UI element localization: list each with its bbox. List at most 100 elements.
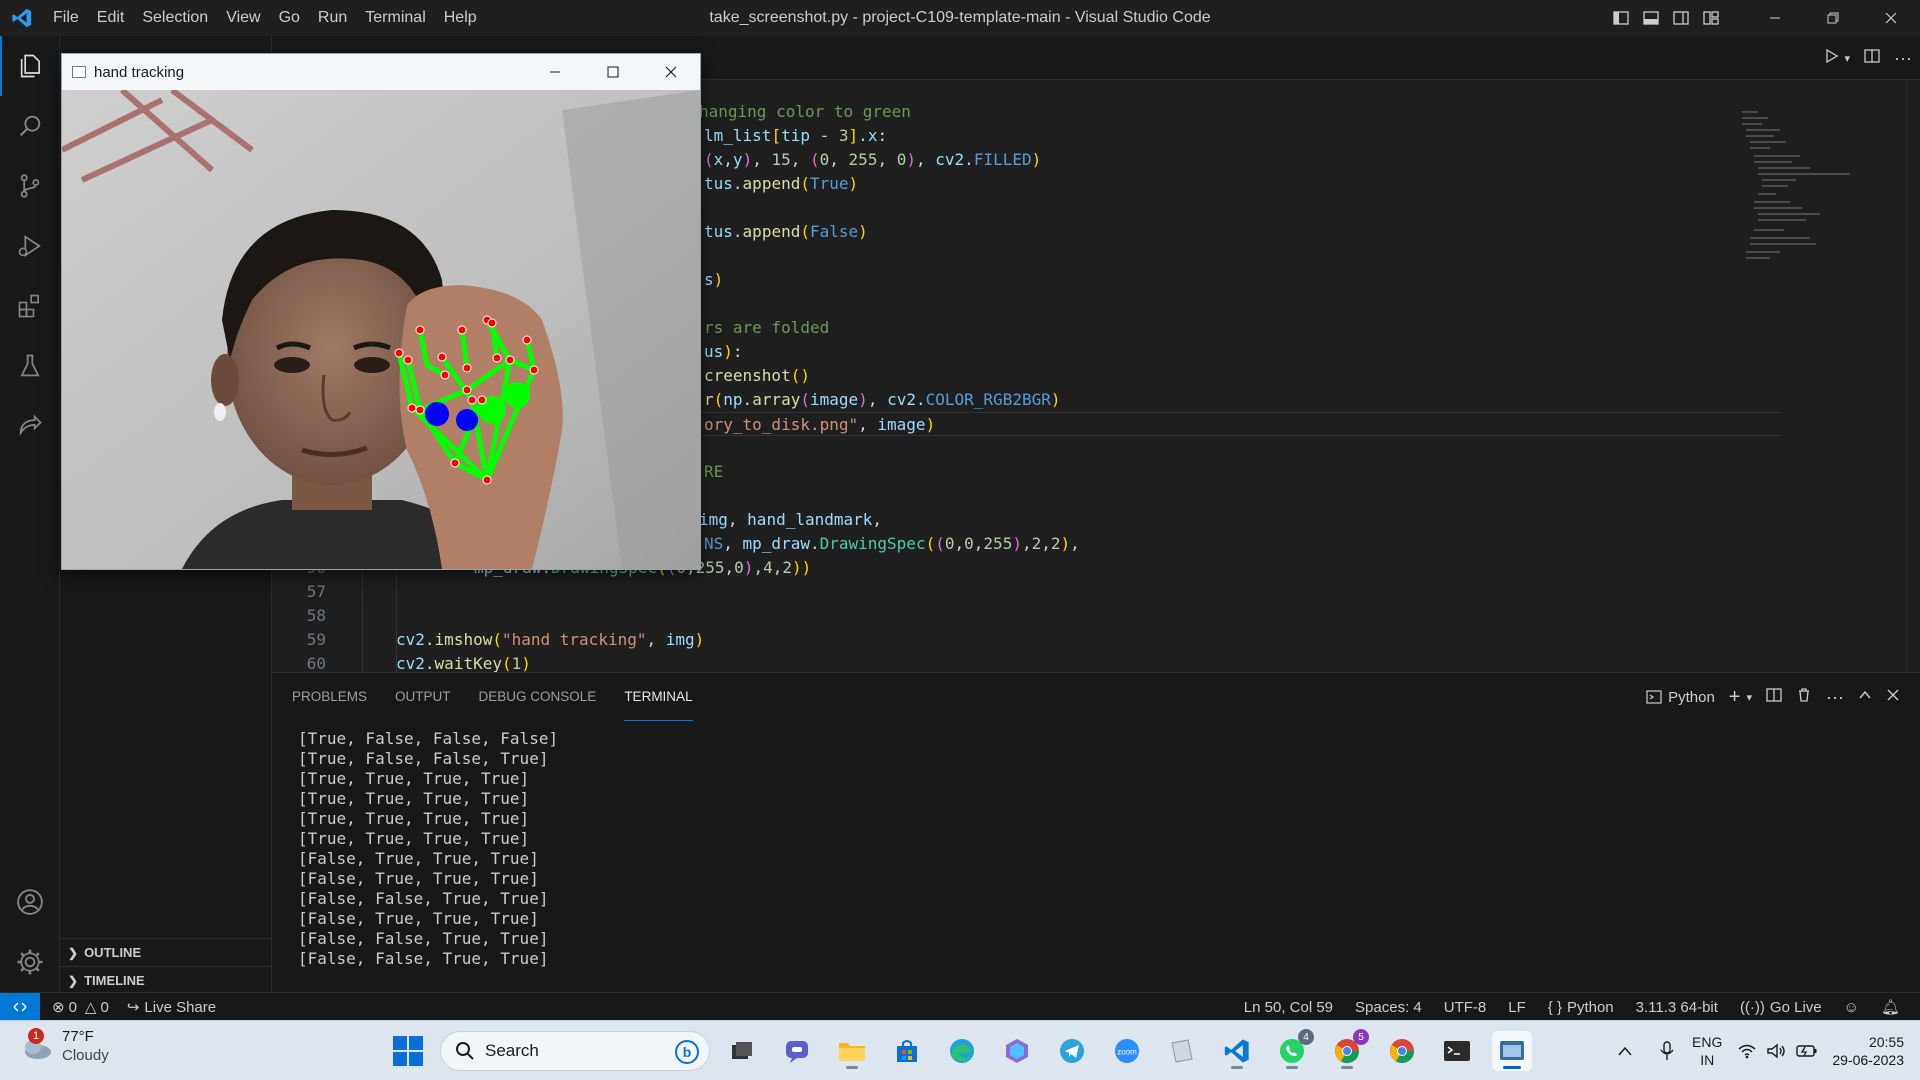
language-indicator[interactable]: ENG IN	[1682, 1033, 1732, 1069]
status-bar: ⊗ 0 △ 0 ↪ Live Share Ln 50, Col 59 Spaces:…	[0, 992, 1920, 1021]
trash-icon[interactable]	[1796, 687, 1812, 707]
tab-debug-console[interactable]: DEBUG CONSOLE	[479, 673, 597, 721]
terminal-app-icon[interactable]	[1437, 1031, 1477, 1071]
testing-icon[interactable]	[0, 336, 60, 396]
code-line[interactable]: 58	[272, 604, 1782, 628]
menu-terminal[interactable]: Terminal	[356, 0, 434, 36]
file-explorer-icon[interactable]	[832, 1031, 872, 1071]
edge-browser-icon[interactable]	[942, 1031, 982, 1071]
chrome-profile-icon[interactable]: 5	[1327, 1029, 1369, 1071]
taskbar-search[interactable]: Search b	[440, 1031, 710, 1071]
copilot-icon[interactable]	[997, 1031, 1037, 1071]
language-mode[interactable]: { } Python	[1548, 999, 1614, 1016]
accounts-icon[interactable]	[0, 872, 60, 932]
chrome-icon[interactable]	[1382, 1031, 1422, 1071]
volume-icon[interactable]	[1762, 1031, 1792, 1071]
maximize-panel-icon[interactable]	[1858, 688, 1872, 706]
chrome-badge: 5	[1353, 1029, 1369, 1045]
zoom-icon[interactable]: zoom	[1107, 1031, 1147, 1071]
code-line[interactable]: 59 cv2.imshow("hand tracking", img)	[272, 628, 1782, 652]
tab-problems[interactable]: PROBLEMS	[292, 673, 367, 721]
indentation[interactable]: Spaces: 4	[1355, 999, 1422, 1016]
microsoft-store-icon[interactable]	[887, 1031, 927, 1071]
microphone-icon[interactable]	[1652, 1031, 1682, 1071]
terminal-profile[interactable]: Python	[1646, 689, 1715, 706]
hand-tracking-window[interactable]: hand tracking	[61, 53, 701, 570]
code-token: (	[925, 534, 936, 553]
new-terminal-icon[interactable]: +	[1729, 686, 1741, 709]
python-app-icon[interactable]	[1492, 1031, 1532, 1071]
restore-button[interactable]	[1804, 0, 1862, 36]
live-share-status[interactable]: ↪ Live Share	[126, 998, 216, 1017]
whatsapp-icon[interactable]: 4	[1272, 1029, 1314, 1071]
menu-file[interactable]: File	[44, 0, 88, 36]
notifications-bell-icon[interactable]: 🔔︎	[1881, 998, 1900, 1016]
timeline-section[interactable]: ❯ TIMELINE	[60, 966, 272, 994]
minimize-button[interactable]	[1746, 0, 1804, 36]
extensions-icon[interactable]	[0, 276, 60, 336]
toggle-secondary-sidebar-icon[interactable]	[1666, 0, 1696, 36]
tab-terminal[interactable]: TERMINAL	[624, 673, 693, 721]
system-clock[interactable]: 20:55 29-06-2023	[1822, 1033, 1920, 1069]
editor-scrollbar[interactable]	[1906, 80, 1920, 672]
menu-edit[interactable]: Edit	[88, 0, 134, 36]
code-token: 0	[896, 150, 907, 169]
search-icon[interactable]	[0, 96, 60, 156]
chevron-up-icon[interactable]	[1610, 1031, 1640, 1071]
menu-help[interactable]: Help	[435, 0, 486, 36]
remote-indicator-icon[interactable]	[0, 993, 40, 1021]
go-live-button[interactable]: ((·)) Go Live	[1740, 999, 1822, 1016]
code-token: (	[501, 654, 512, 673]
problems-status[interactable]: ⊗ 0 △ 0	[52, 998, 109, 1017]
code-token: RE	[704, 462, 724, 481]
toggle-sidebar-icon[interactable]	[1606, 0, 1636, 36]
more-actions-icon[interactable]: ···	[1894, 48, 1912, 69]
start-windows-icon[interactable]	[392, 1035, 424, 1067]
explorer-icon[interactable]	[0, 36, 60, 96]
cv-minimize-button[interactable]	[526, 54, 584, 90]
terminal-output[interactable]: [True, False, False, False] [True, False,…	[298, 729, 558, 969]
live-share-icon[interactable]	[0, 396, 60, 456]
close-button[interactable]	[1862, 0, 1920, 36]
source-control-icon[interactable]	[0, 156, 60, 216]
split-editor-icon[interactable]	[1864, 48, 1880, 69]
manage-gear-icon[interactable]	[0, 932, 60, 992]
code-token: tip	[781, 126, 810, 145]
outline-section[interactable]: ❯ OUTLINE	[60, 938, 272, 966]
telegram-icon[interactable]	[1052, 1031, 1092, 1071]
encoding[interactable]: UTF-8	[1444, 999, 1487, 1016]
end-of-line[interactable]: LF	[1508, 999, 1526, 1016]
cv-maximize-button[interactable]	[584, 54, 642, 90]
code-token: "hand tracking"	[501, 630, 647, 649]
menu-selection[interactable]: Selection	[133, 0, 217, 36]
tab-output[interactable]: OUTPUT	[395, 673, 451, 721]
more-actions-icon[interactable]: ···	[1826, 687, 1844, 708]
close-panel-icon[interactable]	[1886, 688, 1900, 706]
customize-layout-icon[interactable]	[1696, 0, 1726, 36]
feedback-icon[interactable]: ☺	[1844, 999, 1859, 1016]
chevron-down-icon[interactable]: ▾	[1844, 52, 1850, 65]
teams-chat-icon[interactable]	[777, 1031, 817, 1071]
menu-go[interactable]: Go	[270, 0, 309, 36]
chevron-down-icon[interactable]: ▾	[1746, 691, 1752, 704]
notepad-icon[interactable]	[1162, 1031, 1202, 1071]
code-text: creenshot()	[704, 364, 810, 388]
toggle-panel-icon[interactable]	[1636, 0, 1666, 36]
wifi-icon[interactable]	[1732, 1031, 1762, 1071]
python-interpreter[interactable]: 3.11.3 64-bit	[1636, 999, 1718, 1016]
vscode-taskbar-icon[interactable]	[1217, 1031, 1257, 1071]
live-share-icon: ↪	[126, 999, 140, 1016]
cursor-position[interactable]: Ln 50, Col 59	[1244, 999, 1333, 1016]
battery-icon[interactable]	[1792, 1031, 1822, 1071]
run-python-file-icon[interactable]	[1824, 48, 1840, 69]
weather-widget[interactable]: 1 77°F Cloudy	[18, 1027, 109, 1065]
menu-view[interactable]: View	[217, 0, 269, 36]
split-terminal-icon[interactable]	[1766, 687, 1782, 707]
code-line[interactable]: 57	[272, 580, 1782, 604]
menu-run[interactable]: Run	[309, 0, 356, 36]
task-view-icon[interactable]	[722, 1031, 762, 1071]
code-token: ,	[752, 150, 772, 169]
minimap[interactable]	[1740, 106, 1850, 286]
run-debug-icon[interactable]	[0, 216, 60, 276]
cv-close-button[interactable]	[642, 54, 700, 90]
